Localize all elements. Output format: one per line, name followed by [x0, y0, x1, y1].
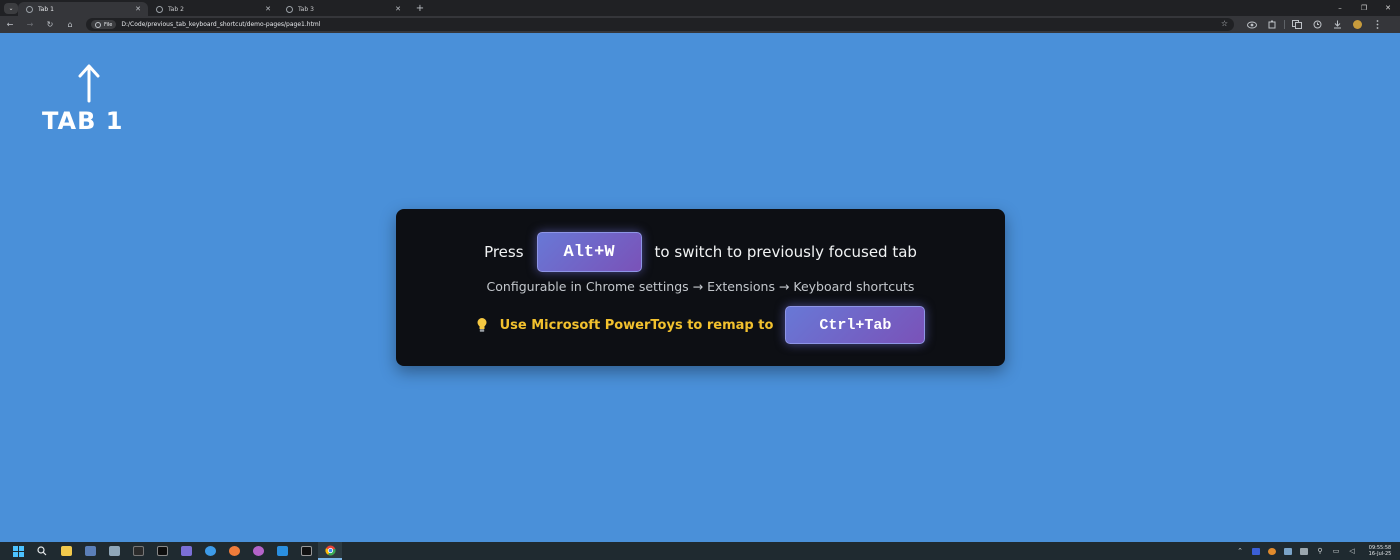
toolbar-actions — [1242, 16, 1387, 33]
tab-3[interactable]: Tab 3 ✕ — [278, 2, 408, 16]
window-controls: – ❐ ✕ — [1328, 0, 1400, 16]
app-icon — [84, 546, 96, 556]
start-button[interactable] — [6, 542, 30, 560]
site-info-label: File — [104, 21, 113, 28]
windows-logo-icon — [12, 545, 24, 557]
avatar — [1352, 20, 1362, 29]
lightbulb-icon — [477, 318, 487, 332]
clock[interactable]: 09:55:58 16-Jul-25 — [1360, 545, 1400, 557]
terminal-app[interactable] — [126, 542, 150, 560]
bookmark-star-icon[interactable]: ☆ — [1221, 19, 1228, 28]
tray-app-icon[interactable] — [1280, 542, 1296, 560]
switch-text: to switch to previously focused tab — [654, 243, 917, 261]
shortcut-key: Alt+W — [536, 232, 642, 272]
system-tray: ⌃ ⚲ ▭ ◁ 09:55:58 16-Jul-25 — [1232, 542, 1400, 560]
press-text: Press — [484, 243, 524, 261]
close-tab-icon[interactable]: ✕ — [134, 5, 142, 13]
chrome-app[interactable] — [318, 542, 342, 560]
tray-app-icon[interactable] — [1296, 542, 1312, 560]
app-icon — [156, 546, 168, 556]
terminal-icon — [132, 546, 144, 556]
vscode-icon — [276, 546, 288, 556]
browser-toolbar: ← → ↻ ⌂ File D:/Code/previous_tab_keyboa… — [0, 16, 1400, 33]
reload-button[interactable]: ↻ — [40, 16, 60, 33]
chevron-up-icon[interactable]: ⌃ — [1232, 542, 1248, 560]
new-tab-button[interactable]: + — [414, 3, 426, 14]
app-icon — [1284, 547, 1292, 555]
folder-icon — [60, 546, 72, 556]
windows-taskbar: ⌃ ⚲ ▭ ◁ 09:55:58 16-Jul-25 — [0, 542, 1400, 560]
close-window-button[interactable]: ✕ — [1376, 0, 1400, 16]
tip-row: Use Microsoft PowerToys to remap to Ctrl… — [396, 306, 1005, 344]
menu-kebab-icon[interactable] — [1367, 16, 1387, 33]
taskbar-app-2[interactable] — [78, 542, 102, 560]
tip-text: Use Microsoft PowerToys to remap to — [499, 317, 774, 333]
tab-title: Tab 3 — [298, 5, 314, 13]
clock-date: 16-Jul-25 — [1368, 551, 1392, 557]
app-icon — [252, 546, 264, 556]
tray-app-icon[interactable] — [1248, 542, 1264, 560]
app-icon — [1300, 547, 1308, 555]
forward-button[interactable]: → — [20, 16, 40, 33]
tray-app-icon[interactable] — [1264, 542, 1280, 560]
tab-label-heading: TAB 1 — [42, 107, 124, 135]
address-bar[interactable]: File D:/Code/previous_tab_keyboard_short… — [86, 18, 1234, 31]
vscode-app[interactable] — [270, 542, 294, 560]
minimize-button[interactable]: – — [1328, 0, 1352, 16]
app-icon — [1268, 547, 1276, 555]
app-icon — [228, 546, 240, 556]
restore-button[interactable]: ❐ — [1352, 0, 1376, 16]
home-button[interactable]: ⌂ — [60, 16, 80, 33]
tab-title: Tab 1 — [38, 5, 54, 13]
site-info-chip[interactable]: File — [91, 20, 117, 29]
page-content: TAB 1 Press Alt+W to switch to previousl… — [0, 33, 1400, 542]
app-icon — [1252, 547, 1260, 555]
taskbar-app-11[interactable] — [294, 542, 318, 560]
app-icon — [108, 546, 120, 556]
extensions-icon[interactable] — [1262, 16, 1282, 33]
globe-icon — [286, 5, 293, 13]
taskbar-app-6[interactable] — [174, 542, 198, 560]
tab-search-button[interactable]: ⌄ — [4, 2, 18, 14]
toolbar-divider — [1284, 20, 1285, 29]
chevron-down-icon: ⌄ — [8, 4, 14, 12]
eye-extension-icon[interactable] — [1242, 16, 1262, 33]
close-tab-icon[interactable]: ✕ — [394, 5, 402, 13]
url-text[interactable]: D:/Code/previous_tab_keyboard_shortcut/d… — [121, 21, 320, 28]
instruction-card: Press Alt+W to switch to previously focu… — [396, 209, 1005, 366]
tab-1[interactable]: Tab 1 ✕ — [18, 2, 148, 16]
taskbar-search-button[interactable] — [30, 542, 54, 560]
globe-icon — [156, 5, 163, 13]
taskbar-app-8[interactable] — [222, 542, 246, 560]
profile-avatar[interactable] — [1347, 16, 1367, 33]
remap-shortcut-key: Ctrl+Tab — [785, 306, 926, 344]
taskbar-app-7[interactable] — [198, 542, 222, 560]
info-icon — [95, 21, 101, 28]
app-icon — [300, 546, 312, 556]
file-explorer-app[interactable] — [54, 542, 78, 560]
download-icon[interactable] — [1327, 16, 1347, 33]
app-icon — [204, 546, 216, 556]
taskbar-app-5[interactable] — [150, 542, 174, 560]
tab-2[interactable]: Tab 2 ✕ — [148, 2, 278, 16]
globe-icon — [26, 5, 33, 13]
taskbar-app-3[interactable] — [102, 542, 126, 560]
close-tab-icon[interactable]: ✕ — [264, 5, 272, 13]
volume-icon[interactable]: ◁ — [1344, 542, 1360, 560]
tab-strip: ⌄ Tab 1 ✕ Tab 2 ✕ Tab 3 ✕ + – ❐ ✕ — [0, 0, 1400, 16]
back-button[interactable]: ← — [0, 16, 20, 33]
tab-title: Tab 2 — [168, 5, 184, 13]
app-icon — [180, 546, 192, 556]
microphone-icon[interactable]: ⚲ — [1312, 542, 1328, 560]
search-icon — [37, 546, 47, 556]
up-arrow-icon — [78, 64, 100, 103]
taskbar-app-9[interactable] — [246, 542, 270, 560]
translate-icon[interactable] — [1287, 16, 1307, 33]
network-icon[interactable]: ▭ — [1328, 542, 1344, 560]
chrome-icon — [324, 545, 335, 555]
shortcut-row: Press Alt+W to switch to previously focu… — [396, 232, 1005, 272]
history-icon[interactable] — [1307, 16, 1327, 33]
config-text: Configurable in Chrome settings → Extens… — [486, 279, 915, 294]
